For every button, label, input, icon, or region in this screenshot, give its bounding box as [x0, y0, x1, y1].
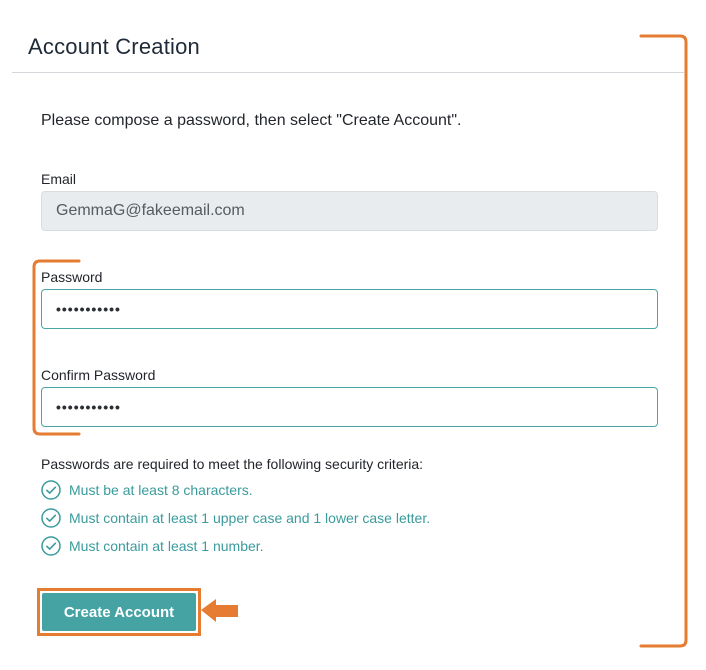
email-field: GemmaG@fakeemail.com: [41, 191, 658, 231]
annotation-layer: [32, 34, 688, 648]
criteria-item: Must contain at least 1 number.: [41, 535, 264, 557]
page-title: Account Creation: [28, 34, 200, 59]
left-arrow-icon: [201, 599, 238, 622]
email-label: Email: [41, 171, 77, 187]
outer-bracket: [639, 34, 688, 648]
title-divider: [12, 72, 684, 73]
create-account-button[interactable]: Create Account: [42, 593, 196, 631]
password-label: Password: [41, 269, 103, 285]
intro-text: Please compose a password, then select "…: [41, 112, 462, 129]
password-field[interactable]: •••••••••••: [41, 289, 658, 329]
check-circle-icon: [41, 480, 61, 500]
check-circle-icon: [41, 508, 61, 528]
confirm-password-label: Confirm Password: [41, 367, 156, 383]
criteria-heading: Passwords are required to meet the follo…: [41, 456, 424, 472]
criteria-item: Must be at least 8 characters.: [41, 479, 253, 501]
check-circle-icon: [41, 536, 61, 556]
criteria-item: Must contain at least 1 upper case and 1…: [41, 507, 430, 529]
criteria-item-text: Must contain at least 1 number.: [69, 538, 264, 554]
confirm-password-field[interactable]: •••••••••••: [41, 387, 658, 427]
criteria-item-text: Must be at least 8 characters.: [69, 482, 253, 498]
criteria-item-text: Must contain at least 1 upper case and 1…: [69, 510, 431, 526]
